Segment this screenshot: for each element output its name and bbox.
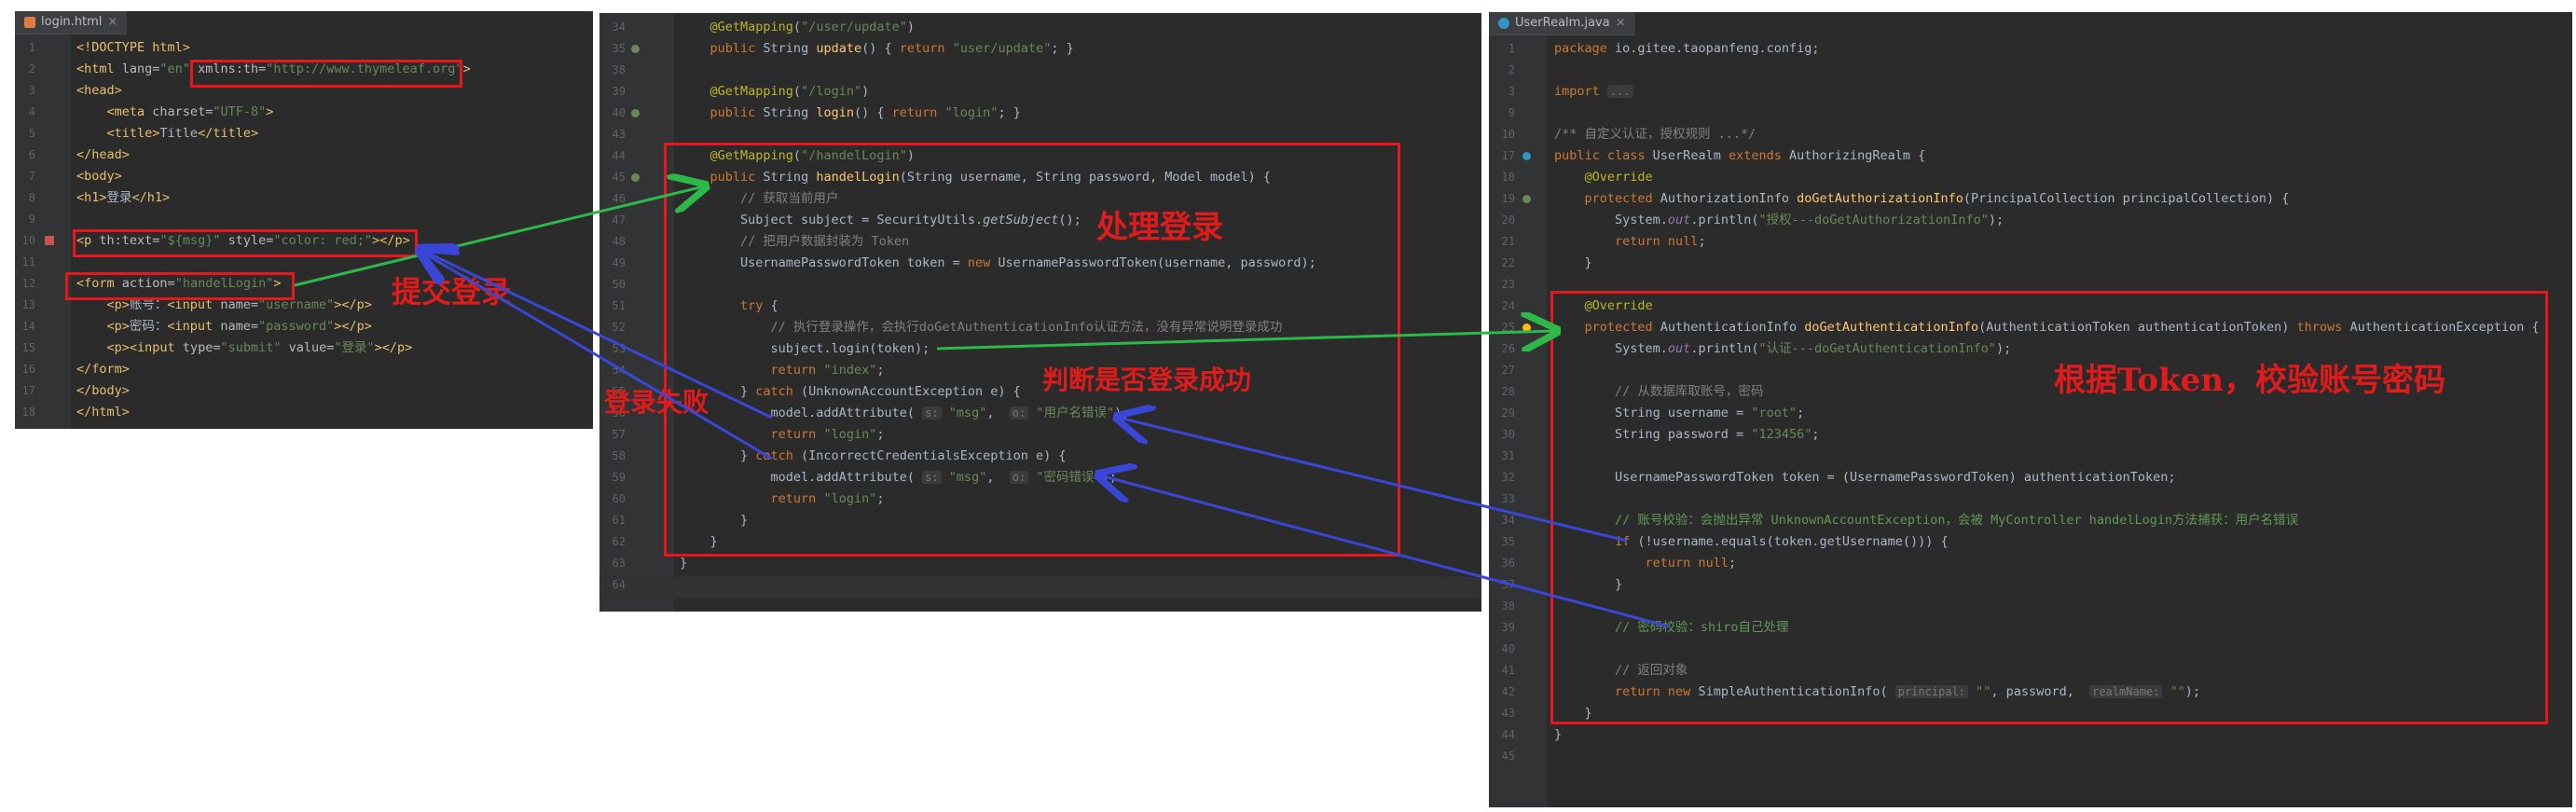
arrow-account-check-to-catch (1119, 418, 1628, 543)
annotation-arrows (294, 0, 1670, 628)
arrow-login-call-to-realm (936, 331, 1555, 349)
arrow-user-error-to-msg (421, 250, 773, 420)
arrow-pwd-error-to-msg (421, 252, 773, 461)
arrow-form-to-handel-login (294, 186, 704, 287)
arrow-password-check-to-catch (1100, 475, 1670, 628)
